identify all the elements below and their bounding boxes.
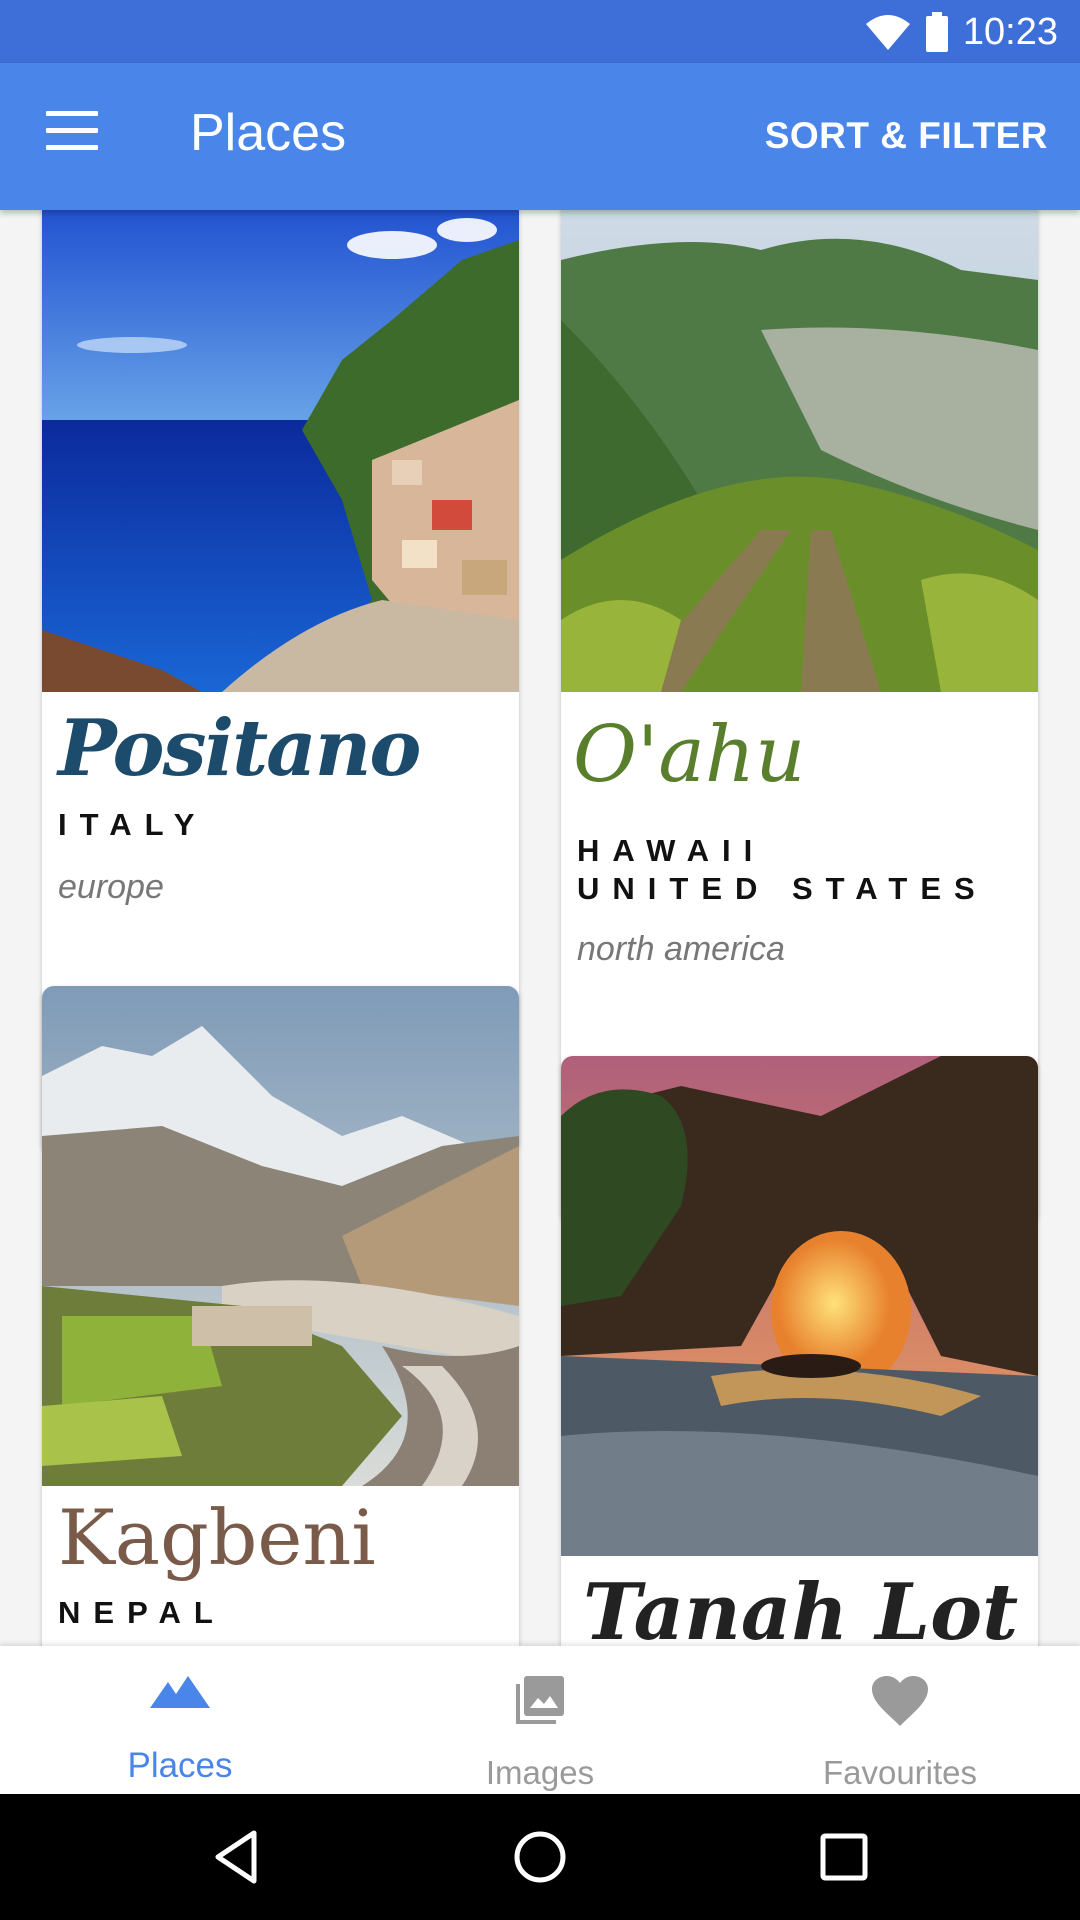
status-bar: 10:23	[0, 0, 1080, 63]
place-continent: north america	[577, 930, 785, 968]
place-name: Kagbeni	[58, 1493, 376, 1582]
place-country: HAWAII	[577, 833, 766, 868]
recents-icon[interactable]	[820, 1833, 868, 1881]
place-image-oahu	[561, 210, 1038, 692]
place-image-kagbeni	[42, 986, 519, 1486]
place-card-kagbeni[interactable]: Kagbeni NEPAL	[42, 986, 519, 1646]
nav-places[interactable]: Places	[0, 1646, 360, 1794]
place-name: Tanah Lot	[583, 1567, 1019, 1647]
battery-icon	[925, 12, 948, 52]
system-navigation-bar	[0, 1794, 1080, 1920]
heart-icon	[872, 1676, 928, 1726]
place-country: NEPAL	[58, 1595, 226, 1630]
nav-label-images: Images	[485, 1754, 595, 1791]
place-continent: europe	[58, 868, 164, 906]
back-icon[interactable]	[212, 1829, 260, 1885]
place-name: O'ahu	[573, 710, 806, 800]
place-image-tanah-lot	[561, 1056, 1038, 1556]
nav-favourites[interactable]: Favourites	[720, 1646, 1080, 1794]
menu-icon[interactable]	[46, 111, 98, 151]
wifi-icon	[865, 15, 910, 50]
status-time: 10:23	[962, 10, 1058, 53]
place-country-line-2: UNITED STATES	[577, 871, 988, 906]
place-country: ITALY	[58, 807, 208, 842]
places-grid: Positano ITALY europe O'ahu HAWAII UNITE…	[0, 210, 1080, 1646]
place-image-positano	[42, 210, 519, 692]
nav-images[interactable]: Images	[360, 1646, 720, 1794]
photo-library-icon	[516, 1676, 564, 1724]
mountain-icon	[150, 1676, 210, 1708]
bottom-navigation: Places Images Favourites	[0, 1646, 1080, 1794]
sort-filter-button[interactable]: SORT & FILTER	[765, 115, 1048, 157]
home-icon[interactable]	[512, 1829, 568, 1885]
app-bar: Places SORT & FILTER	[0, 63, 1080, 210]
nav-label-places: Places	[127, 1746, 233, 1785]
page-title: Places	[190, 104, 347, 162]
nav-label-favourites: Favourites	[822, 1754, 978, 1791]
place-card-tanah-lot[interactable]: Tanah Lot	[561, 1056, 1038, 1646]
place-name: Positano	[58, 703, 421, 794]
